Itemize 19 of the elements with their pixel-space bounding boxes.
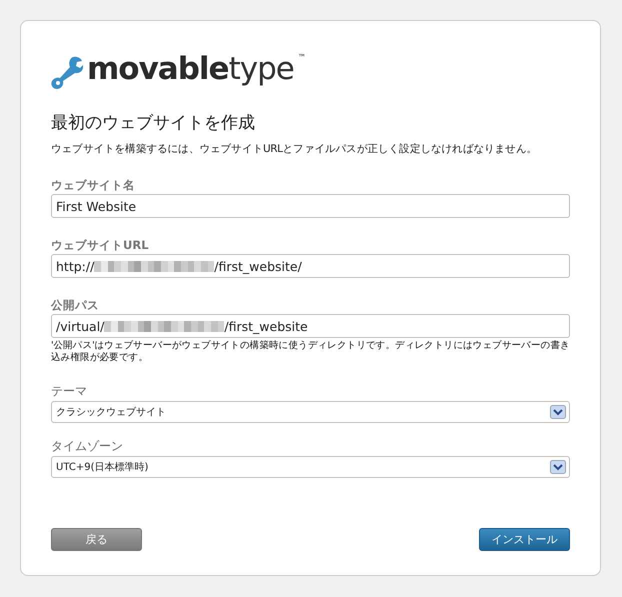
field-label: テーマ — [51, 383, 87, 400]
field-label: ウェブサイト名 — [51, 178, 135, 193]
dropdown-field[interactable]: UTC+9(日本標準時) — [51, 456, 570, 478]
field-label: 公開パス — [51, 298, 99, 313]
field-label: ウェブサイトURL — [51, 238, 149, 253]
field-label: タイムゾーン — [51, 438, 123, 455]
description-text: ウェブサイトを構築するには、ウェブサイトURLとファイルパスが正しく設定しなければなりません。 — [51, 142, 538, 156]
dropdown-field[interactable]: クラシックウェブサイト — [51, 401, 570, 423]
chevron-down-icon — [550, 405, 566, 419]
hint-text: '公開パス'はウェブサーバーがウェブサイトの構築時に使うディレクトリです。ディレクトリにはウェブサーバーの書き込み権限が必要です。 — [51, 340, 570, 364]
trademark-mark: ™ — [298, 53, 306, 62]
chevron-down-icon — [550, 460, 566, 474]
install-button[interactable]: インストール — [479, 528, 570, 551]
page-title: 最初のウェブサイトを作成 — [51, 112, 256, 134]
wrench-icon — [51, 55, 83, 91]
text-field[interactable]: First Website — [51, 194, 570, 218]
text-field[interactable]: http:// /first_website/ — [51, 254, 570, 278]
logo-wordmark: movabletype — [87, 50, 294, 89]
text-field[interactable]: /virtual/ /first_website — [51, 314, 570, 338]
